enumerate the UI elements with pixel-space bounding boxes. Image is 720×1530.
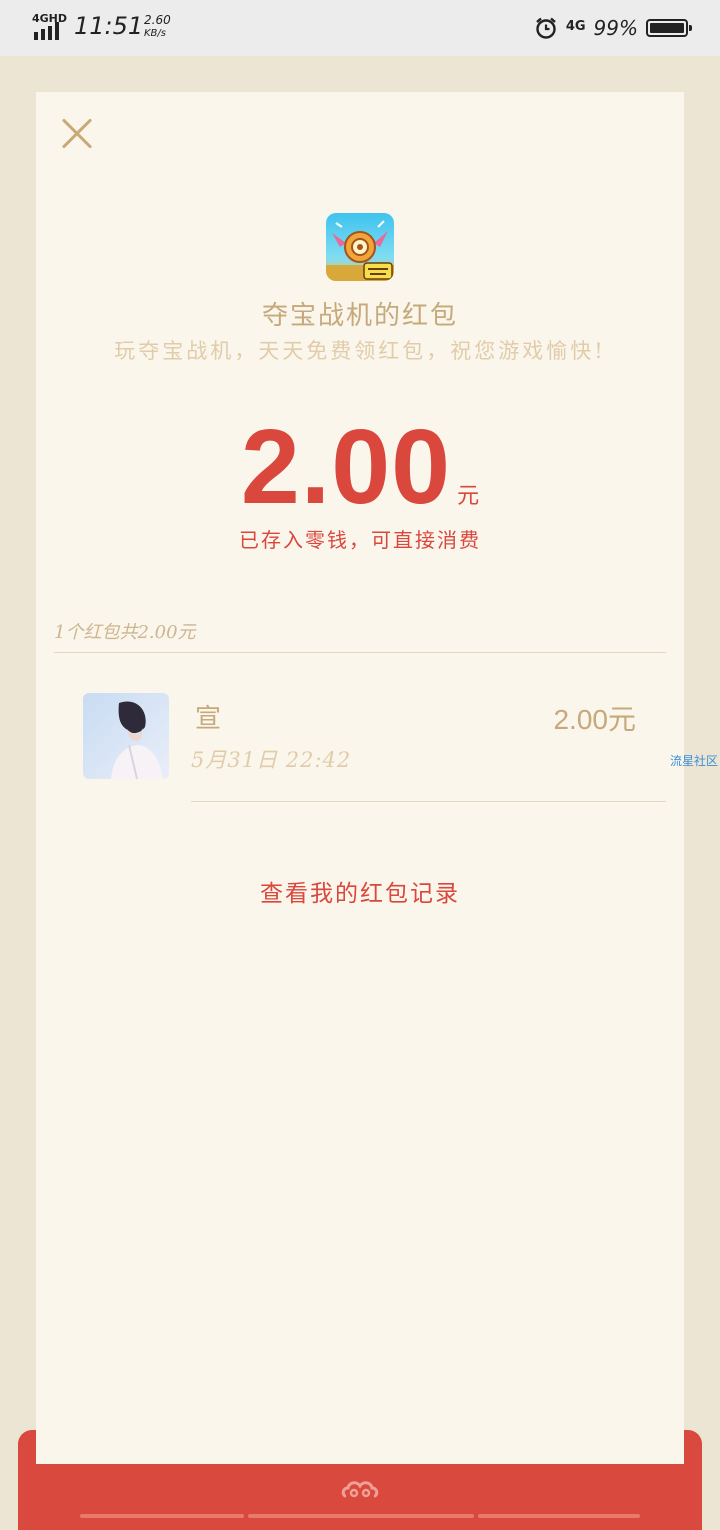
battery-percent: 99%	[593, 16, 638, 40]
game-logo-image	[326, 213, 394, 281]
battery-icon	[646, 19, 692, 37]
red-packet-title: 夺宝战机的红包	[261, 301, 458, 331]
divider	[191, 801, 666, 802]
card-zigzag-edge	[36, 1456, 684, 1464]
network-speed: 2.60 KB/s	[144, 13, 171, 41]
cloud-ornament-icon	[341, 1481, 379, 1498]
battery-fill	[650, 23, 684, 33]
watermark-text: 流星社区	[670, 754, 719, 768]
status-time: 11:51	[74, 12, 144, 40]
packet-summary: 1个红包共2.00元	[54, 622, 196, 643]
avatar	[83, 693, 169, 779]
view-records-link[interactable]: 查看我的红包记录	[36, 874, 684, 908]
close-button[interactable]	[60, 116, 94, 150]
network-signal-icon: 4GHD	[32, 12, 68, 40]
network-type-label: 4GHD	[32, 12, 68, 25]
mobile-data-label: 4G	[565, 18, 586, 34]
network-speed-value: 2.60	[144, 13, 171, 27]
received-amount: 2.00 元	[36, 407, 684, 528]
record-amount-value: 2.00	[553, 704, 608, 735]
amount-unit: 元	[457, 484, 480, 509]
received-time: 5月31日 22:42	[191, 748, 352, 772]
divider	[54, 652, 666, 653]
red-packet-subtitle: 玩夺宝战机，天天免费领红包，祝您游戏愉快!	[114, 339, 606, 363]
amount-value: 2.00	[240, 408, 452, 526]
red-packet-detail-card: 夺宝战机的红包 玩夺宝战机，天天免费领红包，祝您游戏愉快! 2.00 元 已存入零…	[36, 92, 684, 1464]
envelope-slits	[80, 1514, 640, 1520]
sender-name: 宣	[195, 704, 222, 734]
amount-note: 已存入零钱，可直接消费	[239, 528, 481, 552]
status-bar: 4GHD 11:51 2.60 KB/s 4G 99%	[0, 0, 720, 56]
alarm-clock-icon	[536, 17, 556, 39]
network-speed-unit: KB/s	[144, 28, 166, 39]
status-right-group: 4G 99%	[534, 14, 692, 42]
record-amount: 2.00元	[553, 698, 636, 738]
record-amount-unit: 元	[607, 703, 636, 736]
